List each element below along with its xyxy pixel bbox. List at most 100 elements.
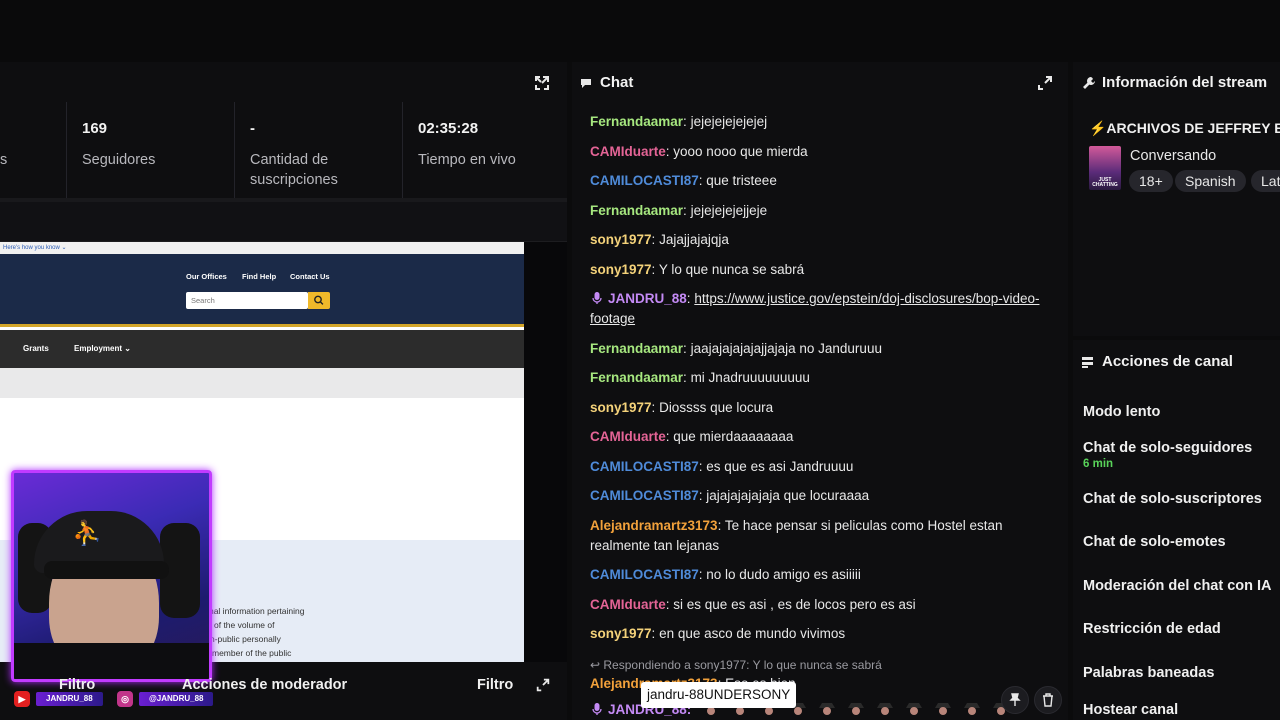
chat-username[interactable]: CAMILOCASTI87 [590,488,699,503]
action-age-restriction[interactable]: Restricción de edad [1083,621,1221,637]
tag-region[interactable]: Lat [1251,170,1280,192]
chat-panel: Chat Fernandaamar: jejejejejejejej CAMIdu… [572,62,1068,720]
wrench-icon [1083,77,1095,89]
chat-text: si es que es asi , es de locos pero es a… [669,596,916,612]
chat-message: Fernandaamar: jejejejejejjeje [590,202,768,218]
chat-text: es que es asi Jandruuuu [702,458,854,474]
doj-search-field: Search [186,292,308,309]
chat-messages: Fernandaamar: jejejejejejejej CAMIduarte:… [590,112,1050,654]
action-ai-moderation[interactable]: Moderación del chat con IA [1083,578,1272,594]
chat-username[interactable]: sony1977 [590,626,652,641]
pin-message-button[interactable] [1001,686,1029,714]
filter-button-left[interactable]: Filtro [59,677,95,693]
chat-message: sony1977: en que asco de mundo vivimos [590,626,846,641]
chat-text: que mierdaaaaaaaa [669,429,794,444]
chat-message: sony1977: Jajajjajajqja [590,232,729,247]
chat-text: jajajajajajaja que locuraaaa [702,488,870,503]
reply-context: ↩ Respondiendo a sony1977: Y lo que nunc… [590,658,882,672]
action-banned-words[interactable]: Palabras baneadas [1083,665,1214,681]
username-tooltip: jandru-88UNDERSONY [641,682,797,708]
chat-text: mi Jnadruuuuuuuuu [686,370,810,385]
popout-icon[interactable] [535,677,551,693]
chat-message: Fernandaamar: jejejejejejejej [590,114,768,129]
stat-followers: 169 Seguidores [66,102,234,198]
trash-icon [1043,693,1053,707]
chat-username[interactable]: sony1977 [590,400,652,415]
chat-message: JANDRU_88: https://www.justice.gov/epste… [590,291,1040,326]
emote-icon [935,703,952,715]
chat-username[interactable]: CAMIduarte [590,597,666,612]
chat-text: que tristeee [702,173,777,188]
chat-message: CAMIduarte: que mierdaaaaaaaa [590,429,794,444]
delete-message-button[interactable] [1034,686,1062,714]
chat-username[interactable]: Fernandaamar [590,114,683,129]
chat-username[interactable]: Fernandaamar [590,341,683,356]
stream-info-panel: Información del stream ⚡ARCHIVOS DE JEFF… [1073,62,1280,336]
followers-only-duration: 6 min [1083,458,1114,470]
action-subscribers-only[interactable]: Chat de solo-suscriptores [1083,491,1262,507]
top-bar [0,0,1280,62]
webcam-overlay: ⛹ [11,470,212,682]
chat-text: yooo nooo que mierda [669,143,808,159]
filter-button-right[interactable]: Filtro [477,677,513,693]
stream-title[interactable]: ⚡ARCHIVOS DE JEFFREY EP [1089,120,1280,137]
chat-text: no lo dudo amigo es asiiiii [702,567,861,582]
chat-username[interactable]: sony1977 [590,232,652,247]
action-emote-only[interactable]: Chat de solo-emotes [1083,534,1226,550]
chat-username[interactable]: CAMILOCASTI87 [590,567,699,582]
tag-language[interactable]: Spanish [1175,170,1246,192]
category-name[interactable]: Conversando [1130,148,1216,164]
popout-icon[interactable] [1036,74,1054,92]
emote-icon [906,703,923,715]
chat-username[interactable]: JANDRU_88 [608,291,687,306]
stat-uptime: 02:35:28 Tiempo en vivo [402,102,567,198]
chat-username[interactable]: CAMILOCASTI87 [590,459,699,474]
chat-title: Chat [600,74,634,91]
emote-icon [848,703,865,715]
chat-message: CAMILOCASTI87: no lo dudo amigo es asiii… [590,567,861,582]
emote-icon [877,703,894,715]
chat-username[interactable]: sony1977 [590,262,652,277]
microphone-icon [592,703,602,715]
chat-text: jaajajajajajajjajaja no Janduruuu [686,340,882,356]
player-header [0,202,567,242]
stat-viewers: s [0,152,8,168]
action-host-channel[interactable]: Hostear canal [1083,702,1178,718]
doj-header: Our Offices Find Help Contact Us Search [0,254,524,327]
chat-username[interactable]: Alejandramartz3173 [590,518,718,533]
chat-username[interactable]: Fernandaamar [590,203,683,218]
action-followers-only[interactable]: Chat de solo-seguidores [1083,440,1252,456]
chat-username[interactable]: CAMIduarte [590,429,666,444]
category-box-art[interactable]: JUST CHATTING [1089,146,1121,190]
chat-message: Fernandaamar: mi Jnadruuuuuuuuu [590,370,810,385]
chat-message: Fernandaamar: jaajajajajajajjajaja no Ja… [590,340,882,356]
chat-text: Diossss que locura [655,399,774,415]
chat-username[interactable]: Fernandaamar [590,370,683,385]
chat-message: Alejandramartz3173: Te hace pensar si pe… [590,517,1003,553]
jumpman-logo: ⛹ [72,520,102,547]
stream-stats: s 169 Seguidores - Cantidad de suscripci… [0,102,567,198]
left-panel-footer: Filtro Acciones de moderador Filtro [0,665,567,705]
chat-message: CAMIduarte: si es que es asi , es de loc… [590,596,916,612]
chat-username[interactable]: CAMILOCASTI87 [590,173,699,188]
chat-message: CAMILOCASTI87: jajajajajajaja que locura… [590,488,870,503]
popout-icon[interactable] [533,74,551,92]
tag-age[interactable]: 18+ [1129,170,1173,192]
chat-message: CAMILOCASTI87: que tristeee [590,173,777,188]
chat-message: sony1977: Diossss que locura [590,399,774,415]
chat-text: jejejejejejjeje [686,202,768,218]
chat-text: Y lo que nunca se sabrá [655,261,805,277]
emote-icon [964,703,981,715]
channel-actions-panel: Acciones de canal Modo lento Chat de sol… [1073,340,1280,720]
actions-icon [1082,357,1093,368]
chat-text: Jajajjajajqja [655,232,729,247]
chat-message: CAMILOCASTI87: es que es asi Jandruuuu [590,458,854,474]
chat-username[interactable]: CAMIduarte [590,144,666,159]
chat-message: CAMIduarte: yooo nooo que mierda [590,143,808,159]
microphone-icon [592,292,602,304]
mod-actions-button[interactable]: Acciones de moderador [182,677,347,693]
chat-text: en que asco de mundo vivimos [655,626,846,641]
chat-bubble-icon [581,79,591,88]
chat-text: jejejejejejejej [686,114,768,129]
action-slow-mode[interactable]: Modo lento [1083,404,1160,420]
